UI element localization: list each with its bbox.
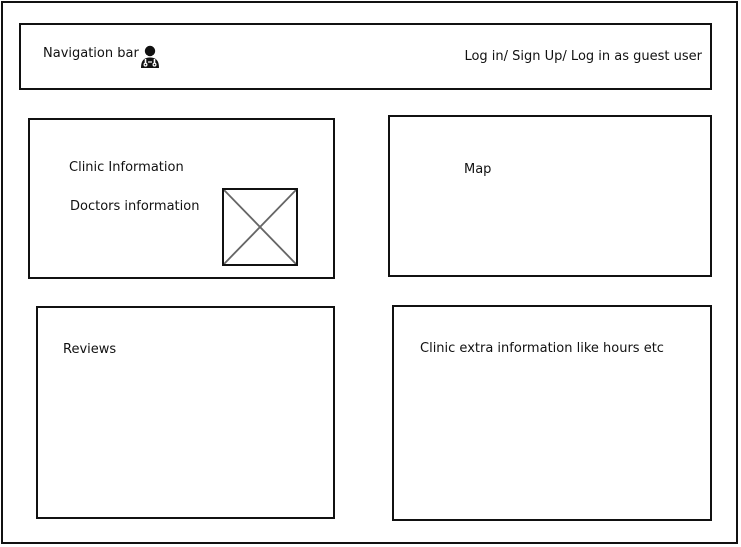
navigation-bar-title: Navigation bar	[43, 46, 139, 61]
navigation-bar: Navigation bar Log in/ Sign Up/ Log in a…	[19, 23, 712, 90]
reviews-label: Reviews	[63, 342, 117, 357]
clinic-extra-information-panel: Clinic extra information like hours etc	[392, 305, 712, 521]
doctors-information-label: Doctors information	[70, 199, 200, 214]
map-label: Map	[464, 162, 492, 177]
doctor-user-icon[interactable]	[139, 45, 161, 69]
auth-links[interactable]: Log in/ Sign Up/ Log in as guest user	[464, 49, 702, 65]
clinic-information-label: Clinic Information	[69, 160, 184, 175]
reviews-panel: Reviews	[36, 306, 335, 519]
clinic-extra-information-label: Clinic extra information like hours etc	[420, 341, 664, 356]
page-frame: Navigation bar Log in/ Sign Up/ Log in a…	[1, 1, 738, 544]
image-placeholder-icon	[222, 188, 298, 266]
map-panel[interactable]: Map	[388, 115, 712, 277]
clinic-information-panel: Clinic Information Doctors information	[28, 118, 335, 279]
